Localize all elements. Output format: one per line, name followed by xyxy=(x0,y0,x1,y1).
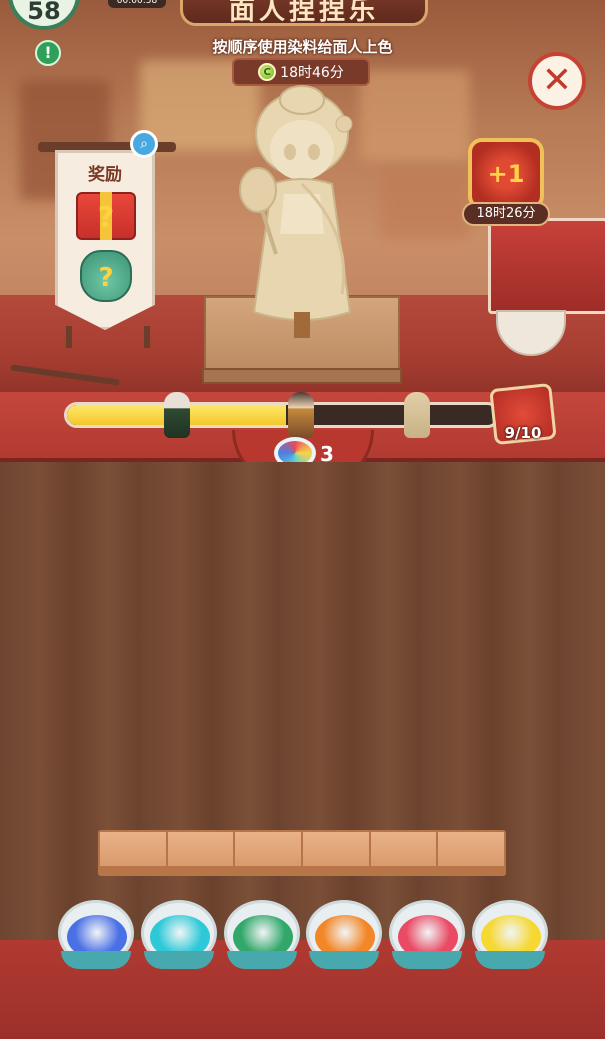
coin-icon: C xyxy=(258,63,277,81)
statue-pedestal-front xyxy=(202,368,402,384)
gift-bag-icon[interactable]: ? xyxy=(80,250,132,302)
alert-icon[interactable]: ! xyxy=(35,40,61,66)
gift-box-icon[interactable]: ? xyxy=(76,192,136,240)
stand-leg xyxy=(144,326,150,348)
event-timer: C 18时46分 xyxy=(232,58,370,86)
paint-bowl-green[interactable] xyxy=(223,900,300,969)
chest-label: +1 xyxy=(487,160,525,188)
paint-bowl-rim xyxy=(309,951,380,969)
stand-leg xyxy=(66,326,72,348)
paint-bowl-yellow[interactable] xyxy=(471,900,548,969)
reward-title: 奖励 xyxy=(88,165,122,185)
page-title: 面人捏捏乐 xyxy=(180,0,428,26)
paint-bowl-blue[interactable] xyxy=(58,900,134,969)
progress-bar xyxy=(64,402,500,428)
basket-decoration xyxy=(488,218,605,314)
instruction-text: 按顺序使用染料给面人上色 xyxy=(212,38,393,56)
milestone-character-1[interactable] xyxy=(164,392,190,438)
paint-bowl-pink[interactable] xyxy=(389,900,466,969)
paint-row xyxy=(58,900,548,970)
search-icon[interactable]: ⌕ xyxy=(130,130,158,158)
paint-bowl-rim xyxy=(474,951,545,969)
chest-timer: 18时26分 xyxy=(462,202,550,226)
paint-bowl-rim xyxy=(226,951,297,969)
close-icon: ✕ xyxy=(541,60,573,101)
event-timer-text: 18时46分 xyxy=(280,65,344,81)
paint-bowl-cyan[interactable] xyxy=(140,900,217,969)
paint-bowl-orange[interactable] xyxy=(306,900,383,969)
paint-bowl-rim xyxy=(143,951,214,969)
dough-figure xyxy=(239,85,353,338)
progress-count: 9/10 xyxy=(504,424,542,442)
close-button[interactable]: ✕ xyxy=(528,52,586,110)
tray-lip xyxy=(98,866,506,876)
chest-icon[interactable]: +1 xyxy=(468,138,544,210)
small-clock: 00:00:58 xyxy=(108,0,166,8)
paint-bowl-rim xyxy=(392,951,463,969)
milestone-character-3[interactable] xyxy=(404,392,430,438)
milestone-character-2[interactable] xyxy=(288,392,314,438)
paint-bowl-rim xyxy=(61,951,131,969)
